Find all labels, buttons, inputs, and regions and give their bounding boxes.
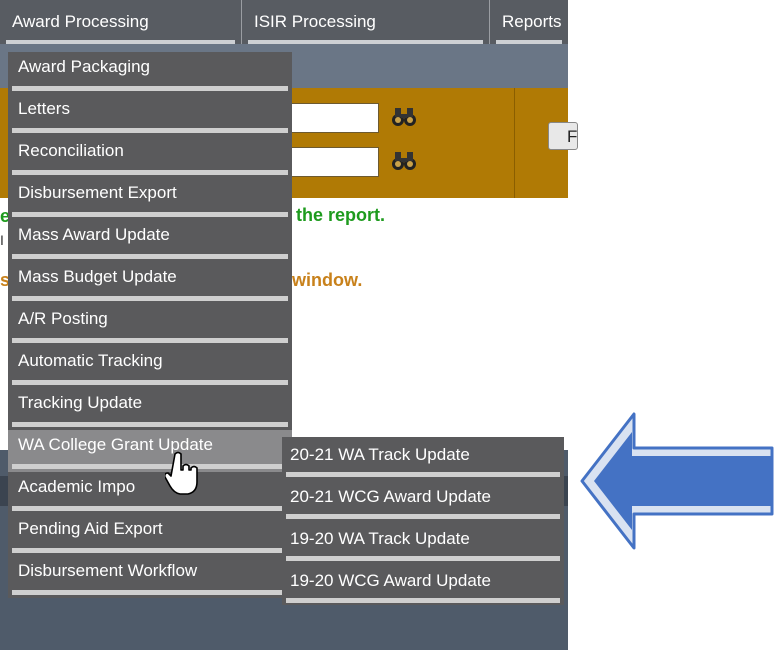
top-menu-label: Reports [502,12,562,31]
menu-item-label: Mass Award Update [18,225,170,244]
menu-item-label: Tracking Update [18,393,143,412]
menu-item-mass-award-update[interactable]: Mass Award Update [8,220,292,262]
find-button-label: F [567,127,578,146]
top-menu-label: ISIR Processing [254,12,376,31]
top-menu-isir-processing[interactable]: ISIR Processing [242,0,490,44]
menu-item-tracking-update[interactable]: Tracking Update [8,388,292,430]
top-menu-bar: Award Processing ISIR Processing Reports [0,0,568,44]
menu-item-label: Disbursement Export [18,183,177,202]
menu-item-label: Disbursement Workflow [18,561,198,580]
hand-pointer-icon [165,451,198,495]
left-arrow-callout [580,412,774,550]
submenu-item-2021-wa-track-update[interactable]: 20-21 WA Track Update [282,437,564,479]
find-button[interactable]: F [548,122,578,150]
panel-divider [514,88,515,198]
top-menu-label: Award Processing [12,12,149,31]
menu-item-label: Automatic Tracking [18,351,163,370]
top-menu-reports[interactable]: Reports [490,0,568,44]
menu-item-wa-college-grant-update[interactable]: WA College Grant Update [8,430,292,472]
menu-item-mass-budget-update[interactable]: Mass Budget Update [8,262,292,304]
top-menu-award-processing[interactable]: Award Processing [0,0,242,44]
menu-item-label: Pending Aid Export [18,519,163,538]
text-fragment: I [0,232,4,248]
submenu-item-label: 19-20 WA Track Update [290,529,470,548]
instruction-message-orange: window. [292,270,363,290]
submenu-item-label: 19-20 WCG Award Update [290,571,491,590]
submenu-item-1920-wcg-award-update[interactable]: 19-20 WCG Award Update [282,563,564,605]
menu-item-pending-aid-export[interactable]: Pending Aid Export [8,514,292,556]
submenu-item-1920-wa-track-update[interactable]: 19-20 WA Track Update [282,521,564,563]
menu-item-disbursement-export[interactable]: Disbursement Export [8,178,292,220]
search-input-1[interactable] [285,103,379,133]
menu-item-label: A/R Posting [18,309,108,328]
menu-item-academic-import[interactable]: Academic Impo [8,472,292,514]
menu-item-disbursement-workflow[interactable]: Disbursement Workflow [8,556,292,598]
menu-item-label: Academic Impo [18,477,136,496]
submenu-item-label: 20-21 WCG Award Update [290,487,491,506]
binoculars-icon[interactable] [391,105,417,135]
menu-item-ar-posting[interactable]: A/R Posting [8,304,292,346]
search-input-2[interactable] [285,147,379,177]
menu-item-letters[interactable]: Letters [8,94,292,136]
menu-item-label: Letters [18,99,70,118]
submenu-item-2021-wcg-award-update[interactable]: 20-21 WCG Award Update [282,479,564,521]
menu-item-reconciliation[interactable]: Reconciliation [8,136,292,178]
menu-item-award-packaging[interactable]: Award Packaging [8,52,292,94]
menu-item-automatic-tracking[interactable]: Automatic Tracking [8,346,292,388]
menu-item-label: Mass Budget Update [18,267,177,286]
menu-item-label: Award Packaging [18,57,150,76]
menu-item-label: Reconciliation [18,141,124,160]
binoculars-icon[interactable] [391,149,417,179]
submenu-item-label: 20-21 WA Track Update [290,445,470,464]
instruction-message-green: the report. [296,205,386,225]
award-processing-dropdown: Award Packaging Letters Reconciliation D… [8,52,292,598]
wa-college-grant-submenu: 20-21 WA Track Update 20-21 WCG Award Up… [282,437,564,605]
